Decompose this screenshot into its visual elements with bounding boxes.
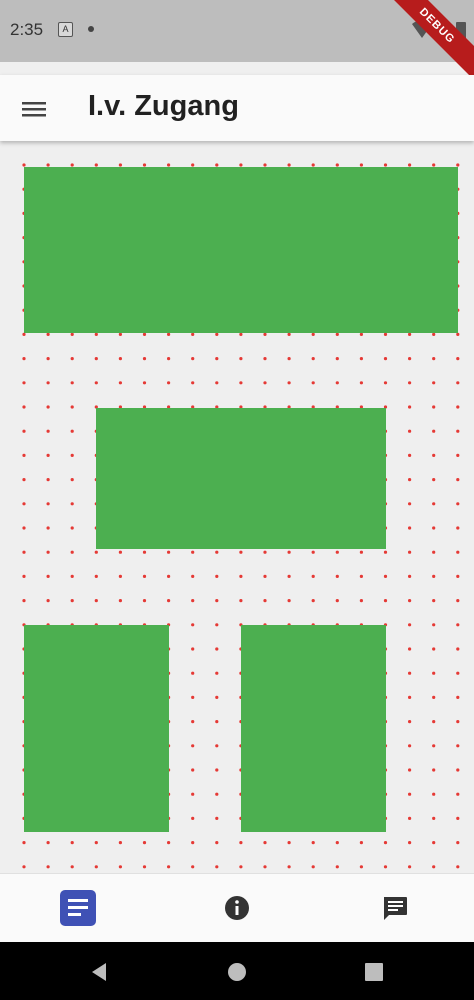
app-bar: I.v. Zugang	[0, 75, 474, 141]
green-box-middle[interactable]	[96, 408, 386, 549]
page-title: I.v. Zugang	[88, 90, 239, 122]
bottom-navigation	[0, 873, 474, 943]
green-box-bottom-right[interactable]	[241, 625, 386, 832]
info-icon[interactable]	[217, 888, 257, 928]
back-triangle-icon[interactable]	[88, 961, 110, 983]
document-list-icon[interactable]	[58, 888, 98, 928]
a-notification-icon: A	[58, 22, 73, 37]
menu-icon[interactable]	[18, 93, 50, 125]
status-time: 2:35	[10, 20, 44, 39]
system-navigation-bar	[0, 942, 474, 1000]
chat-icon[interactable]	[375, 888, 415, 928]
notification-dot-icon	[88, 26, 94, 32]
recents-square-icon[interactable]	[364, 962, 384, 982]
green-box-bottom-left[interactable]	[24, 625, 169, 832]
green-box-top[interactable]	[24, 167, 458, 333]
home-circle-icon[interactable]	[226, 961, 248, 983]
